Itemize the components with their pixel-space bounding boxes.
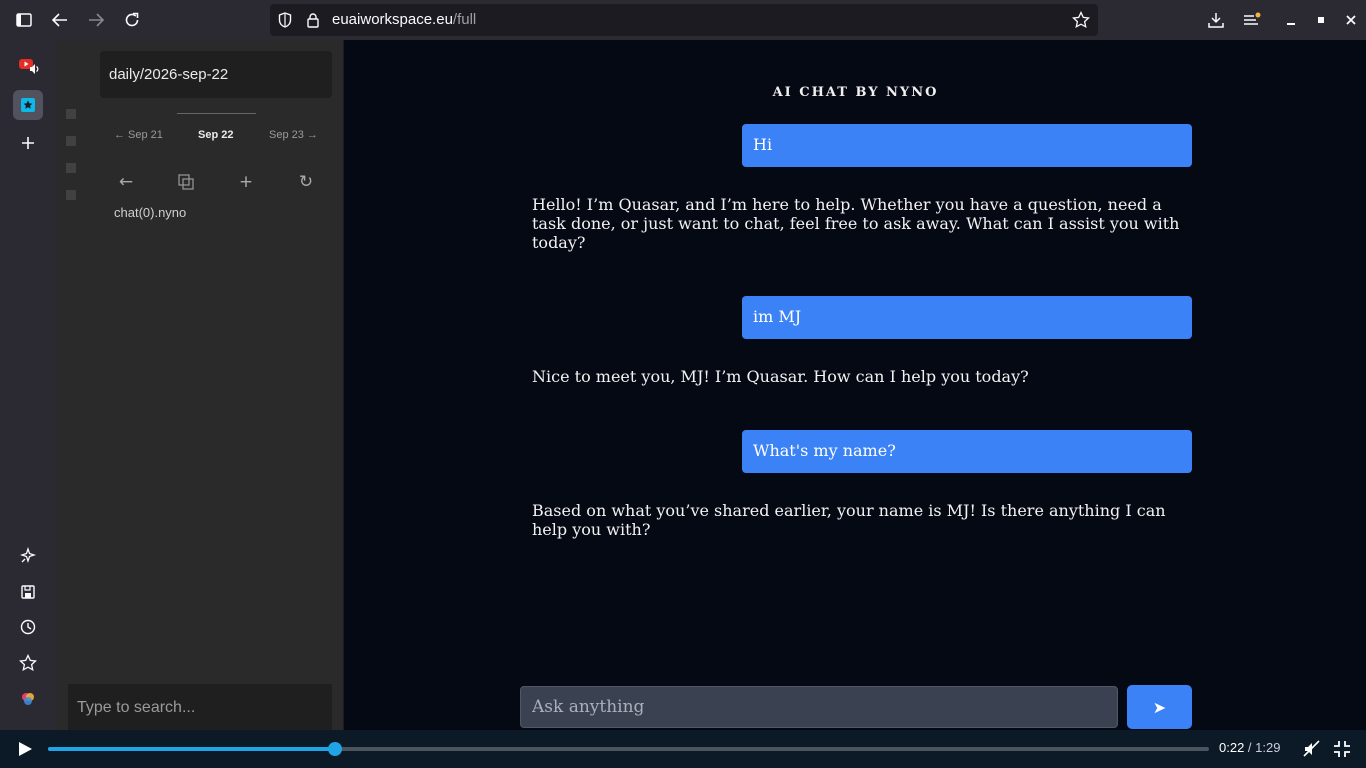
video-controls: 0:22 / 1:29	[0, 730, 1366, 768]
faded-puzzle-icon	[64, 161, 78, 175]
downloads-icon[interactable]	[1204, 8, 1228, 32]
file-list-item[interactable]: chat(0).nyno	[114, 205, 186, 220]
user-message: im MJ	[742, 296, 1192, 339]
reload-icon[interactable]	[120, 8, 144, 32]
mute-icon[interactable]	[1302, 739, 1322, 759]
new-tab-plus-icon[interactable]	[14, 129, 42, 157]
bookmark-star-icon[interactable]	[1072, 11, 1090, 29]
forward-icon[interactable]	[84, 8, 108, 32]
bookmarks-star-icon[interactable]	[14, 649, 42, 677]
user-message: What's my name?	[742, 430, 1192, 473]
date-current: Sep 22	[198, 129, 234, 141]
current-time: 0:22	[1219, 740, 1245, 755]
save-page-icon[interactable]	[14, 578, 42, 606]
date-prev-link[interactable]: ← Sep 21	[114, 129, 163, 141]
assistant-message: Based on what you’ve shared earlier, you…	[532, 501, 1166, 539]
menu-icon[interactable]	[1240, 8, 1264, 32]
search-input[interactable]	[68, 684, 332, 732]
chat-title: AI CHAT BY NYNO	[772, 85, 939, 100]
youtube-audio-icon[interactable]	[14, 52, 42, 80]
browser-sidebar	[0, 40, 56, 730]
url-host: euaiworkspace.eu	[332, 11, 453, 28]
chat-input[interactable]	[520, 686, 1118, 728]
sidebar-toggle-icon[interactable]	[12, 8, 36, 32]
url-path: /full	[452, 11, 477, 28]
extension-color-icon[interactable]	[14, 685, 42, 713]
total-time: 1:29	[1255, 740, 1281, 755]
divider	[177, 113, 256, 114]
history-clock-icon[interactable]	[14, 613, 42, 641]
shield-icon[interactable]	[278, 12, 292, 28]
seek-bar-thumb[interactable]	[327, 742, 342, 756]
assistant-message: Nice to meet you, MJ! I’m Quasar. How ca…	[532, 367, 1029, 386]
url-bar[interactable]: euaiworkspace.eu/full	[270, 4, 1098, 36]
exit-fullscreen-icon[interactable]	[1332, 739, 1352, 759]
faded-puzzle-icon	[64, 107, 78, 121]
send-button[interactable]: ➤	[1127, 685, 1192, 729]
file-panel: daily/2026-sep-22 ← Sep 21 Sep 22 Sep 23…	[56, 40, 343, 732]
browser-toolbar: euaiworkspace.eu/full	[0, 0, 1366, 40]
assistant-message: Hello! I’m Quasar, and I’m here to help.…	[532, 195, 1180, 252]
lock-icon[interactable]	[306, 12, 320, 28]
date-next-link[interactable]: Sep 23 →	[269, 129, 318, 141]
ai-sparkle-icon[interactable]	[14, 542, 42, 570]
maximize-icon[interactable]	[1309, 8, 1333, 32]
url-text[interactable]: euaiworkspace.eu/full	[332, 11, 476, 28]
faded-puzzle-icon	[64, 134, 78, 148]
back-arrow-button[interactable]: ←	[114, 170, 138, 194]
active-tab-icon[interactable]	[13, 90, 43, 120]
time-display: 0:22 / 1:29	[1219, 740, 1280, 755]
play-icon[interactable]	[14, 739, 36, 759]
path-field[interactable]: daily/2026-sep-22	[100, 51, 332, 98]
duplicate-icon[interactable]	[174, 170, 198, 194]
chat-area: AI CHAT BY NYNO Hi Hello! I’m Quasar, an…	[343, 40, 1366, 730]
close-icon[interactable]	[1339, 8, 1363, 32]
user-message: Hi	[742, 124, 1192, 167]
seek-bar[interactable]	[48, 742, 1209, 756]
back-icon[interactable]	[48, 8, 72, 32]
faded-puzzle-icon	[64, 188, 78, 202]
seek-bar-progress	[48, 747, 335, 751]
refresh-button[interactable]: ↻	[294, 170, 318, 194]
time-separator: /	[1244, 740, 1256, 755]
minimize-icon[interactable]	[1279, 8, 1303, 32]
add-button[interactable]: +	[234, 170, 258, 194]
